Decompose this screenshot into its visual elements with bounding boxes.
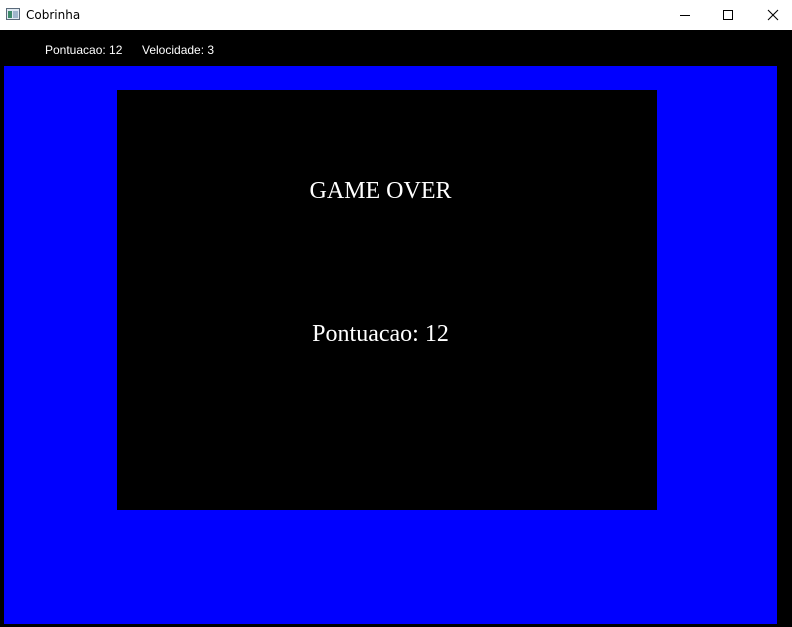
speed-status: Velocidade: 3	[142, 43, 215, 57]
close-button[interactable]	[750, 0, 792, 30]
status-bar: Pontuacao: 12 Velocidade: 3	[0, 30, 792, 66]
minimize-icon	[679, 9, 691, 21]
minimize-button[interactable]	[662, 0, 708, 30]
game-over-title: GAME OVER	[309, 178, 452, 204]
game-over-panel: GAME OVER Pontuacao: 12	[117, 90, 657, 510]
maximize-icon	[722, 9, 734, 21]
maximize-button[interactable]	[705, 0, 751, 30]
final-score: Pontuacao: 12	[312, 321, 449, 347]
app-window-icon	[6, 8, 20, 20]
play-field: GAME OVER Pontuacao: 12	[4, 66, 777, 624]
score-status: Pontuacao: 12	[45, 43, 123, 57]
game-window: Cobrinha Pontuacao: 12 Velocidade: 3 GAM…	[0, 0, 792, 627]
window-title: Cobrinha	[26, 8, 81, 22]
close-icon	[767, 9, 779, 21]
title-bar[interactable]: Cobrinha	[0, 0, 792, 30]
